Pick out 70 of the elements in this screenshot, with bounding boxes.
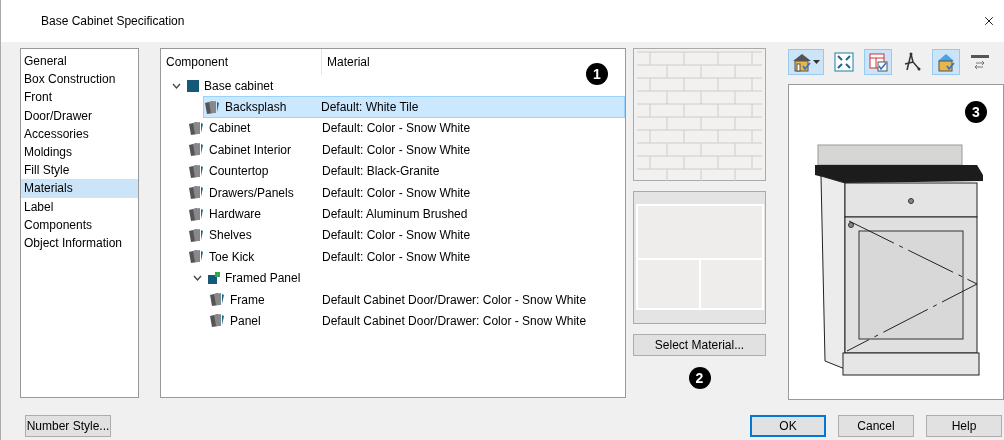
branch-icon: [902, 52, 922, 72]
swatch-icon: [209, 313, 225, 329]
swatch-icon: [188, 206, 204, 222]
column-header[interactable]: Material: [322, 49, 542, 75]
swatch-icon: [188, 163, 204, 179]
column-header[interactable]: Component: [161, 49, 322, 75]
material-name: Default: Black-Granite: [322, 164, 440, 179]
select-material-button[interactable]: Select Material...: [633, 334, 766, 356]
material-name: Default: Aluminum Brushed: [322, 207, 468, 222]
swatch-icon: [209, 292, 225, 308]
material-name: Default: Color - Snow White: [322, 228, 471, 243]
toolbar-button[interactable]: [788, 49, 824, 75]
swatch-icon: [188, 249, 204, 265]
component-name[interactable]: Base cabinet: [204, 78, 274, 93]
caret-icon: [813, 60, 820, 64]
swatch-icon: [188, 142, 204, 158]
callout-number: 1: [586, 63, 608, 85]
square-icon: [187, 79, 199, 92]
expand-toggle[interactable]: [170, 82, 182, 89]
component-name[interactable]: Frame: [230, 292, 265, 307]
swatch-icon: [188, 185, 204, 201]
expand-toggle[interactable]: [191, 275, 203, 282]
category-item[interactable]: Fill Style: [21, 161, 138, 180]
category-item[interactable]: Materials: [21, 179, 138, 198]
close-icon[interactable]: [982, 14, 996, 28]
material-name: Default: White Tile: [321, 100, 419, 115]
component-name[interactable]: Framed Panel: [225, 271, 301, 286]
category-item[interactable]: Door/Drawer: [21, 106, 138, 125]
fit-icon: [834, 52, 854, 72]
category-item[interactable]: Accessories: [21, 124, 138, 143]
rotate-icon: [970, 52, 990, 72]
swatch-icon: [188, 120, 204, 136]
swatch-icon: [204, 99, 220, 115]
material-name: Default: Color - Snow White: [322, 121, 471, 136]
selected-row[interactable]: Backsplash Default: White Tile: [203, 96, 625, 118]
cancel-button[interactable]: Cancel: [838, 415, 914, 437]
component-name[interactable]: Hardware: [209, 207, 262, 222]
material-name: Default: Color - Snow White: [322, 185, 471, 200]
house-color-icon: [936, 52, 956, 72]
material-name: Default: Color - Snow White: [322, 249, 471, 264]
category-item[interactable]: Moldings: [21, 142, 138, 162]
component-name[interactable]: Cabinet Interior: [209, 142, 292, 157]
layers-icon: [868, 52, 888, 72]
component-name[interactable]: Toe Kick: [209, 249, 255, 264]
component-name[interactable]: Drawers/Panels: [209, 185, 294, 200]
material-name: Default Cabinet Door/Drawer: Color - Snow White: [322, 292, 587, 307]
number-style-button[interactable]: Number Style...: [25, 415, 111, 437]
category-item[interactable]: Box Construction: [21, 70, 138, 89]
component-name[interactable]: Countertop: [209, 164, 269, 179]
component-name[interactable]: Panel: [230, 314, 261, 328]
window-title: Base Cabinet Specification: [41, 14, 185, 28]
callout-number: 2: [688, 367, 711, 389]
swatch-icon: [188, 227, 204, 243]
component-name[interactable]: Cabinet: [209, 121, 251, 136]
material-name: Default: Color - Snow White: [322, 142, 471, 157]
component-name[interactable]: Shelves: [209, 228, 252, 243]
callout-number: 3: [965, 101, 987, 123]
material-name: Default Cabinet Door/Drawer: Color - Snow White: [322, 314, 587, 328]
panel-icon: [208, 272, 220, 285]
category-item[interactable]: Front: [21, 88, 138, 107]
ok-button[interactable]: OK: [750, 415, 826, 437]
category-item[interactable]: Label: [21, 197, 138, 216]
category-item[interactable]: Components: [21, 215, 138, 234]
category-item[interactable]: General: [21, 52, 138, 71]
help-button[interactable]: Help: [926, 415, 1002, 437]
chevron-down-icon: [171, 82, 181, 89]
component-name: Backsplash: [225, 100, 287, 115]
category-item[interactable]: Object Information: [21, 233, 138, 253]
house-icon: [792, 52, 812, 72]
chevron-down-icon: [192, 275, 202, 282]
